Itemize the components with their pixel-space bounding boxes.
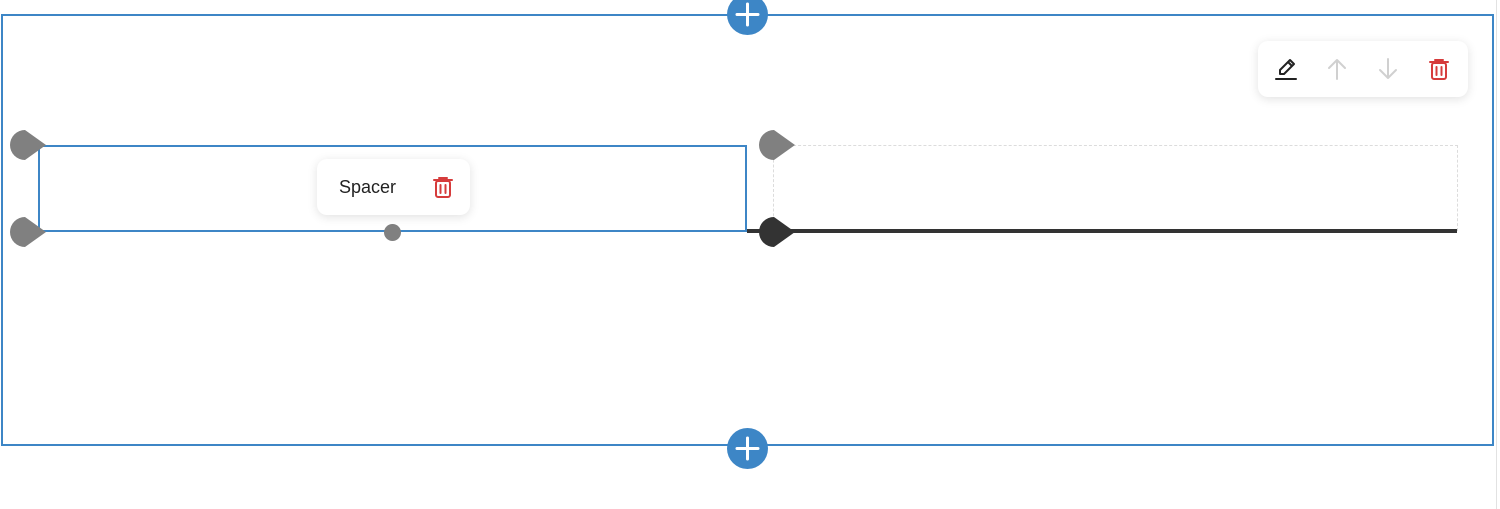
spacer-resize-handle[interactable] [384, 224, 401, 241]
bottom-handle-left[interactable] [10, 217, 46, 247]
trash-icon [1429, 59, 1449, 80]
move-up-button[interactable] [1323, 55, 1351, 83]
delete-spacer-button[interactable] [429, 173, 457, 201]
viewport-edge [1496, 0, 1497, 509]
edit-button[interactable] [1272, 55, 1300, 83]
add-section-above-button[interactable] [727, 0, 768, 35]
spacer-label: Spacer [339, 177, 397, 197]
top-handle-right[interactable] [759, 130, 795, 160]
move-down-button[interactable] [1374, 55, 1402, 83]
delete-section-button[interactable] [1425, 55, 1453, 83]
arrow-down-icon [1379, 58, 1397, 79]
plus-icon [735, 436, 760, 461]
divider-line [747, 229, 1457, 233]
arrow-up-icon [1328, 59, 1346, 80]
block-toolbar [1258, 41, 1468, 97]
spacer-label-popup: Spacer [317, 159, 470, 215]
plus-icon [735, 2, 760, 27]
top-handle-left[interactable] [10, 130, 46, 160]
trash-icon [433, 177, 453, 198]
empty-column-placeholder[interactable] [773, 145, 1458, 231]
add-section-below-button[interactable] [727, 428, 768, 469]
bottom-handle-right[interactable] [759, 217, 795, 247]
pencil-edit-icon [1275, 59, 1297, 80]
